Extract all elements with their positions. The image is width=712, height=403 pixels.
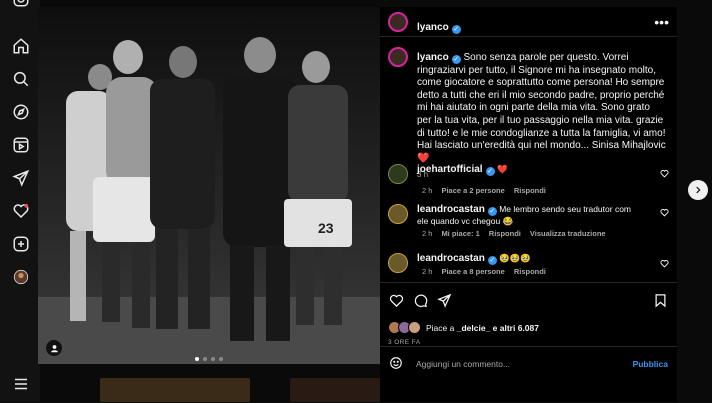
user-tag-icon[interactable]	[46, 340, 62, 356]
comment-like-icon[interactable]	[660, 169, 669, 178]
caption-text: Sono senza parole per questo. Vorrei rin…	[417, 52, 666, 164]
create-icon[interactable]	[12, 235, 30, 253]
post-detail-panel: lyanco ✓ ••• lyanco ✓ Sono senza parole pe…	[380, 7, 677, 402]
verified-badge-icon: ✓	[487, 256, 497, 265]
comment-meta: 2 h Piace a 8 persone Rispondi	[422, 267, 546, 276]
direct-icon[interactable]	[12, 169, 30, 187]
verified-badge-icon: ✓	[451, 25, 461, 34]
caption-avatar[interactable]	[388, 47, 408, 67]
liker-avatar	[408, 321, 421, 334]
more-options-icon[interactable]: •••	[654, 14, 669, 30]
add-comment-bar: Pubblica	[380, 346, 677, 403]
comment-time: 2 h	[422, 229, 433, 238]
verified-badge-icon: ✓	[451, 55, 461, 64]
comment-body: joehartofficial ✓ ❤️	[417, 164, 643, 176]
comment-likes[interactable]: Mi piace: 1	[441, 229, 479, 238]
post-date: 3 ORE FA	[388, 339, 421, 346]
chevron-right-icon	[696, 186, 701, 194]
carousel-dot	[203, 357, 207, 361]
comment-input[interactable]	[414, 358, 618, 370]
emoji-icon[interactable]	[389, 356, 403, 370]
comment-time: 2 h	[422, 267, 433, 276]
view-translation-button[interactable]: Visualizza traduzione	[530, 229, 606, 238]
post-image[interactable]: 23	[38, 7, 380, 364]
reply-button[interactable]: Rispondi	[514, 267, 546, 276]
next-post-button[interactable]	[688, 180, 708, 200]
caption-username[interactable]: lyanco	[417, 52, 449, 63]
post-caption: lyanco ✓ Sono senza parole per questo. Vo…	[417, 52, 667, 182]
share-icon[interactable]	[437, 293, 452, 308]
home-icon[interactable]	[12, 37, 30, 55]
author-name-row: lyanco ✓	[417, 17, 461, 35]
comment-body: leandrocastan ✓ 🥹🥹🥹	[417, 253, 643, 265]
left-nav	[0, 0, 40, 402]
comment-username[interactable]: leandrocastan	[417, 204, 485, 215]
comment-icon[interactable]	[413, 293, 428, 308]
comment-username[interactable]: joehartofficial	[417, 164, 483, 175]
like-icon[interactable]	[389, 293, 404, 308]
likes-count[interactable]: e altri 6.087	[493, 323, 539, 333]
comment-like-icon[interactable]	[660, 208, 669, 217]
comment-likes[interactable]: Piace a 8 persone	[441, 267, 504, 276]
commenter-avatar[interactable]	[388, 253, 408, 273]
post-photo: 23	[38, 7, 380, 364]
comment-like-icon[interactable]	[660, 259, 669, 268]
post-header: lyanco ✓ •••	[380, 7, 677, 37]
explore-icon[interactable]	[12, 103, 30, 121]
comment-time: 2 h	[422, 186, 433, 195]
verified-badge-icon: ✓	[485, 167, 495, 176]
comment-meta: 2 h Piace a 2 persone Rispondi	[422, 186, 546, 195]
likes-summary: Piace a _delcie_ e altri 6.087	[388, 321, 539, 334]
reels-icon[interactable]	[12, 136, 30, 154]
commenter-avatar[interactable]	[388, 164, 408, 184]
author-avatar[interactable]	[388, 12, 408, 32]
comment-text: 🥹🥹🥹	[499, 253, 531, 263]
notifications-icon[interactable]	[12, 202, 30, 220]
likes-prefix: Piace a	[426, 322, 455, 333]
svg-text:23: 23	[318, 220, 334, 236]
comment-body: leandrocastan ✓ Me lembro sendo seu tradu…	[417, 204, 643, 228]
publish-button[interactable]: Pubblica	[633, 359, 668, 369]
profile-icon[interactable]	[12, 268, 30, 286]
comment-text: ❤️	[496, 164, 508, 174]
comment-meta: 2 h Mi piace: 1 Rispondi Visualizza trad…	[422, 229, 606, 238]
author-username[interactable]: lyanco	[417, 22, 449, 33]
carousel-dot	[211, 357, 215, 361]
commenter-avatar[interactable]	[388, 204, 408, 224]
carousel-dot	[219, 357, 223, 361]
verified-badge-icon: ✓	[487, 207, 497, 216]
instagram-icon[interactable]	[12, 0, 30, 8]
save-icon[interactable]	[653, 293, 668, 308]
search-icon[interactable]	[12, 70, 30, 88]
carousel-indicator	[38, 357, 380, 361]
feed-thumbnail	[100, 378, 250, 402]
likes-user[interactable]: _delcie_	[457, 323, 491, 333]
carousel-dot	[195, 357, 199, 361]
reply-button[interactable]: Rispondi	[489, 229, 521, 238]
comment-likes[interactable]: Piace a 2 persone	[441, 186, 504, 195]
menu-icon[interactable]	[12, 375, 30, 393]
comment-username[interactable]: leandrocastan	[417, 253, 485, 264]
reply-button[interactable]: Rispondi	[514, 186, 546, 195]
